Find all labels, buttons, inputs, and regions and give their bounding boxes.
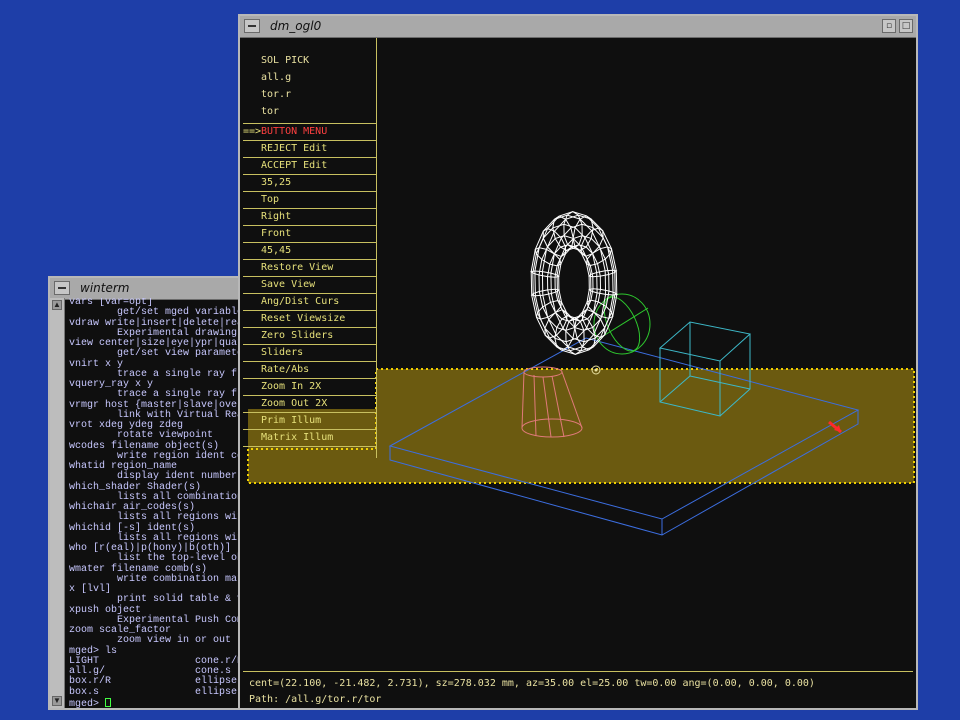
- text-cursor-icon: [105, 697, 112, 707]
- menu-header-line: SOL PICK: [261, 55, 310, 66]
- menu-header-line: tor.r: [261, 89, 292, 100]
- menu-item-view-35-25[interactable]: 35,25: [243, 175, 376, 192]
- menu-item-label: ACCEPT Edit: [261, 160, 328, 171]
- menu-item-reset-viewsize[interactable]: Reset Viewsize: [243, 311, 376, 328]
- menu-item-zoom-in-2x[interactable]: Zoom In 2X: [243, 379, 376, 396]
- scrollbar[interactable]: ▲ ▼: [50, 298, 65, 708]
- menu-header-line: tor: [261, 106, 280, 117]
- menu-item-view-front[interactable]: Front: [243, 226, 376, 243]
- window-menu-button[interactable]: [54, 281, 70, 295]
- status-area: cent=(22.100, -21.482, 2.731), sz=278.03…: [243, 671, 913, 709]
- menu-item-label: Zoom Out 2X: [261, 398, 328, 409]
- menu-item-label: Reset Viewsize: [261, 313, 346, 324]
- menu-item-prim-illum[interactable]: Prim Illum: [243, 413, 376, 430]
- menu-item-view-45-45[interactable]: 45,45: [243, 243, 376, 260]
- menu-item-label: Ang/Dist Curs: [261, 296, 340, 307]
- menu-item-view-top[interactable]: Top: [243, 192, 376, 209]
- button-menu-panel[interactable]: SOL PICK all.g tor.r tor ==> BUTTON MENU R…: [243, 38, 377, 458]
- terminal-line: lists all regions with: [69, 512, 246, 524]
- menu-item-label: Rate/Abs: [261, 364, 310, 375]
- torus-tube-line: [554, 315, 576, 351]
- winterm-window[interactable]: winterm ▲ ▼ vars [var=opt] get/set mged …: [48, 276, 248, 710]
- center-dot-icon: [594, 368, 598, 372]
- torus-tube-line: [572, 215, 594, 251]
- menu-item-save-view[interactable]: Save View: [243, 277, 376, 294]
- mged-display-window[interactable]: dm_ogl0 ▫ □ SOL PICK all.g tor.r tor ==>…: [238, 14, 918, 710]
- terminal-line: trace a single ray from: [69, 389, 246, 401]
- menu-header-line: all.g: [261, 72, 292, 83]
- terminal-line: list the top-level objec: [69, 553, 246, 565]
- menu-item-rate-abs[interactable]: Rate/Abs: [243, 362, 376, 379]
- menu-item-matrix-illum[interactable]: Matrix Illum: [243, 430, 376, 447]
- menu-item-button-menu[interactable]: ==> BUTTON MENU: [243, 124, 376, 141]
- torus-ring-line: [546, 244, 590, 322]
- terminal-line: get/set view parameters: [69, 348, 246, 360]
- menu-item-restore-view[interactable]: Restore View: [243, 260, 376, 277]
- menu-item-label: 45,45: [261, 245, 292, 256]
- winterm-titlebar[interactable]: winterm: [50, 278, 246, 300]
- terminal-line: box.s ellipse.s: [69, 686, 246, 698]
- terminal-line: zoom view in or out: [69, 635, 232, 647]
- terminal-line: rotate viewpoint: [69, 430, 214, 442]
- menu-item-view-right[interactable]: Right: [243, 209, 376, 226]
- menu-item-label: Top: [261, 194, 280, 205]
- terminal-line: display ident number fo: [69, 471, 246, 483]
- status-view-params: cent=(22.100, -21.482, 2.731), sz=278.03…: [249, 678, 815, 689]
- menu-item-label: Sliders: [261, 347, 304, 358]
- terminal-line: get/set mged variables: [69, 307, 246, 319]
- terminal-line: print solid table & vect: [69, 594, 246, 606]
- menu-pointer: ==>: [243, 126, 262, 137]
- menu-item-zero-sliders[interactable]: Zero Sliders: [243, 328, 376, 345]
- window-title: winterm: [80, 281, 130, 295]
- menu-item-label: Prim Illum: [261, 415, 322, 426]
- menu-item-ang-dist-curs[interactable]: Ang/Dist Curs: [243, 294, 376, 311]
- menu-item-label: 35,25: [261, 177, 292, 188]
- menu-item-label: Matrix Illum: [261, 432, 334, 443]
- menu-header: SOL PICK all.g tor.r tor: [243, 38, 376, 124]
- scroll-down-icon[interactable]: ▼: [52, 696, 62, 706]
- menu-item-label: Zoom In 2X: [261, 381, 322, 392]
- terminal-prompt[interactable]: mged>: [66, 697, 246, 708]
- menu-item-label: Front: [261, 228, 292, 239]
- menu-item-sliders[interactable]: Sliders: [243, 345, 376, 362]
- menu-item-label: Save View: [261, 279, 316, 290]
- status-path: Path: /all.g/tor.r/tor: [249, 694, 382, 705]
- menu-item-reject-edit[interactable]: REJECT Edit: [243, 141, 376, 158]
- terminal-line: box.r/R ellipse.r/R: [69, 676, 246, 688]
- scroll-up-icon[interactable]: ▲: [52, 300, 62, 310]
- menu-item-label: REJECT Edit: [261, 143, 328, 154]
- menu-item-zoom-out-2x[interactable]: Zoom Out 2X: [243, 396, 376, 413]
- menu-item-label: Zero Sliders: [261, 330, 334, 341]
- terminal-output[interactable]: vars [var=opt] get/set mged variables vdr…: [66, 298, 246, 708]
- torus-wireframe: [530, 211, 618, 355]
- menu-item-accept-edit[interactable]: ACCEPT Edit: [243, 158, 376, 175]
- menu-item-label: Restore View: [261, 262, 334, 273]
- menu-item-label: Right: [261, 211, 292, 222]
- menu-item-label: BUTTON MENU: [261, 126, 328, 137]
